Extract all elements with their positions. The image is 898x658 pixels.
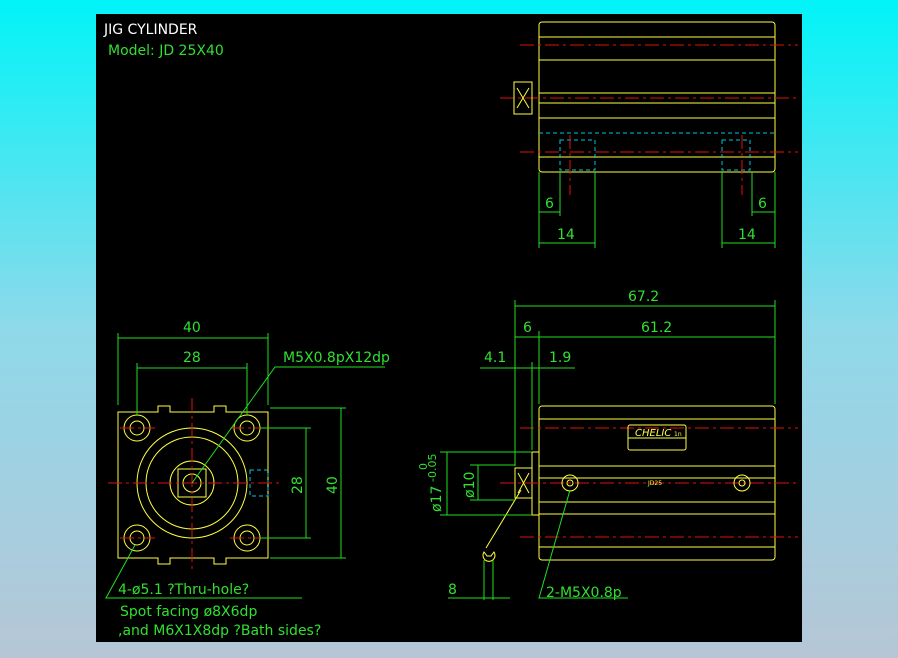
- dim-dia-10: ø10: [462, 472, 478, 498]
- thread-callout: M5X0.8pX12dp: [283, 350, 390, 366]
- dim-dia-17-tolerance-upper: 0: [417, 463, 430, 470]
- port-callout: 2-M5X0.8p: [546, 585, 622, 601]
- dim-length-6: 6: [523, 320, 532, 336]
- dim-length-4-1: 4.1: [484, 350, 506, 366]
- dim-height-28: 28: [290, 476, 306, 494]
- top-view: 6 6 14 14: [500, 21, 798, 248]
- note-thread: ,and M6X1X8dp ?Bath sides?: [118, 623, 321, 639]
- dim-width-28: 28: [183, 350, 201, 366]
- drawing-canvas: JIG CYLINDER Model: JD 25X40 6 6 14 14 4…: [96, 14, 802, 642]
- side-view: CHELIC 1n JD25 67.2 6 61.2 4.1 1.9 ø17 -…: [417, 289, 798, 601]
- dim-top-left-14: 14: [557, 227, 575, 243]
- dim-dia-17: ø17: [429, 486, 445, 512]
- dim-top-right-6: 6: [758, 196, 767, 212]
- note-holes: 4-ø5.1 ?Thru-hole?: [118, 582, 249, 598]
- drawing-title: JIG CYLINDER: [103, 22, 198, 38]
- dim-wrench-8: 8: [448, 582, 457, 598]
- dim-length-61-2: 61.2: [641, 320, 672, 336]
- dim-width-40: 40: [183, 320, 201, 336]
- front-view: 40 28 28 40 M5X0.8pX12dp 4-ø5.1 ?Thru-ho…: [105, 320, 390, 639]
- dim-top-left-6: 6: [545, 196, 554, 212]
- brand-label: CHELIC: [635, 428, 671, 439]
- body-mark: JD25: [647, 480, 662, 487]
- dim-top-right-14: 14: [738, 227, 756, 243]
- model-label: Model: JD 25X40: [108, 43, 224, 59]
- dim-length-67-2: 67.2: [628, 289, 659, 305]
- dim-height-40: 40: [325, 476, 341, 494]
- dim-length-1-9: 1.9: [549, 350, 571, 366]
- cad-drawing: JIG CYLINDER Model: JD 25X40 6 6 14 14 4…: [103, 21, 798, 639]
- note-spot-facing: Spot facing ø8X6dp: [120, 604, 257, 620]
- brand-suffix: 1n: [674, 431, 682, 438]
